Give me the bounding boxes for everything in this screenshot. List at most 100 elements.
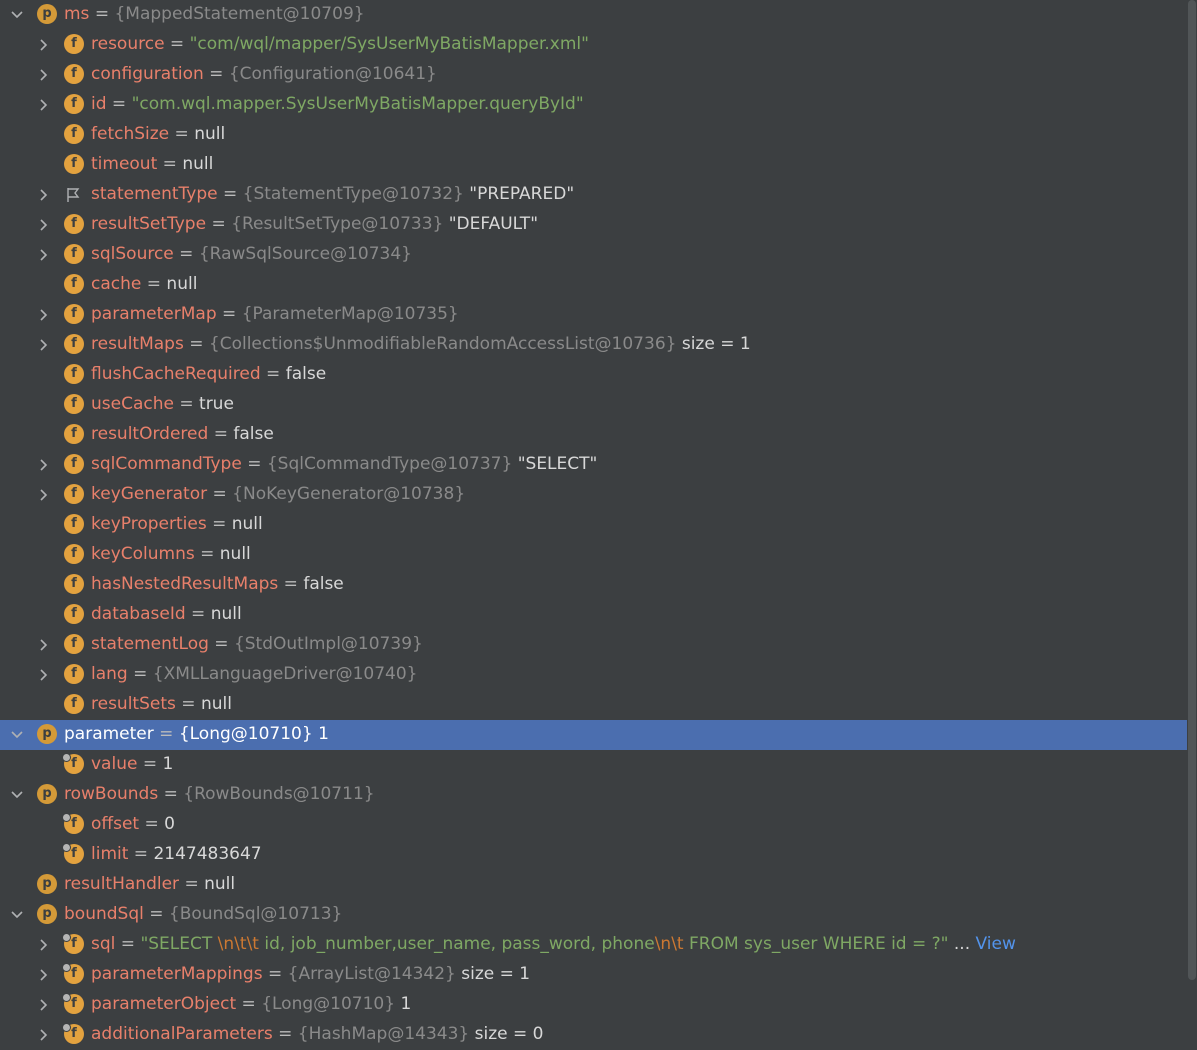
variable-row-hasNestedResultMaps[interactable]: f hasNestedResultMaps = false — [0, 570, 1187, 600]
variable-text: offset = 0 — [91, 813, 175, 835]
chevron-right-icon[interactable] — [37, 458, 51, 472]
chevron-right-icon[interactable] — [37, 488, 51, 502]
chevron-right-icon[interactable] — [37, 668, 51, 682]
variable-row-lang[interactable]: f lang = {XMLLanguageDriver@10740} — [0, 660, 1187, 690]
variable-name: resultHandler — [64, 874, 180, 894]
scrollbar-thumb[interactable] — [1188, 0, 1196, 980]
parameter-icon: p — [37, 874, 57, 894]
equals-sign: = — [179, 874, 205, 894]
equals-sign: = — [169, 124, 195, 144]
variable-row-offset[interactable]: f offset = 0 — [0, 810, 1187, 840]
variable-row-statementLog[interactable]: f statementLog = {StdOutImpl@10739} — [0, 630, 1187, 660]
variable-row-databaseId[interactable]: f databaseId = null — [0, 600, 1187, 630]
variable-row-sqlSource[interactable]: f sqlSource = {RawSqlSource@10734} — [0, 240, 1187, 270]
variable-text: rowBounds = {RowBounds@10711} — [64, 783, 375, 805]
variable-name: timeout — [91, 154, 158, 174]
variable-row-parameterMap[interactable]: f parameterMap = {ParameterMap@10735} — [0, 300, 1187, 330]
variable-row-statementType[interactable]: statementType = {StatementType@10732} "P… — [0, 180, 1187, 210]
variable-name: lang — [91, 664, 128, 684]
variable-row-useCache[interactable]: f useCache = true — [0, 390, 1187, 420]
variable-row-parameter[interactable]: p parameter = {Long@10710} 1 — [0, 720, 1187, 750]
variable-name: resultOrdered — [91, 424, 209, 444]
variable-row-fetchSize[interactable]: f fetchSize = null — [0, 120, 1187, 150]
chevron-right-icon[interactable] — [37, 968, 51, 982]
equals-sign: = — [217, 184, 243, 204]
variable-name: offset — [91, 814, 140, 834]
field-icon: f — [62, 993, 84, 1014]
variable-row-resultMaps[interactable]: f resultMaps = {Collections$UnmodifiableR… — [0, 330, 1187, 360]
variable-row-keyGenerator[interactable]: f keyGenerator = {NoKeyGenerator@10738} — [0, 480, 1187, 510]
variable-row-parameterMappings[interactable]: f parameterMappings = {ArrayList@14342} s… — [0, 960, 1187, 990]
chevron-right-icon[interactable] — [37, 38, 51, 52]
variable-row-additionalParameters[interactable]: f additionalParameters = {HashMap@14343} … — [0, 1020, 1187, 1050]
field-icon: f — [64, 154, 84, 174]
variable-name: additionalParameters — [91, 1024, 273, 1044]
chevron-right-icon[interactable] — [37, 938, 51, 952]
chevron-right-icon[interactable] — [37, 338, 51, 352]
equals-sign: = — [206, 214, 232, 234]
variable-row-rowBounds[interactable]: p rowBounds = {RowBounds@10711} — [0, 780, 1187, 810]
variable-row-cache[interactable]: f cache = null — [0, 270, 1187, 300]
variable-row-resultSetType[interactable]: f resultSetType = {ResultSetType@10733} "… — [0, 210, 1187, 240]
variable-name: statementLog — [91, 634, 209, 654]
variable-name: limit — [91, 844, 129, 864]
chevron-right-icon[interactable] — [37, 1028, 51, 1042]
variable-row-boundSql[interactable]: p boundSql = {BoundSql@10713} — [0, 900, 1187, 930]
equals-sign: = — [164, 34, 190, 54]
variable-name: boundSql — [64, 904, 144, 924]
escape-sequence: \n\t — [654, 934, 684, 954]
variable-row-resultSets[interactable]: f resultSets = null — [0, 690, 1187, 720]
variable-value: 1 — [162, 754, 174, 774]
variable-row-sql[interactable]: f sql = "SELECT \n\t\t id, job_number,use… — [0, 930, 1187, 960]
field-icon: f — [64, 94, 84, 114]
variable-row-configuration[interactable]: f configuration = {Configuration@10641} — [0, 60, 1187, 90]
field-icon: f — [64, 334, 84, 354]
equals-sign: = — [137, 754, 163, 774]
equals-sign: = — [185, 604, 211, 624]
variable-type: {Long@10710} — [261, 994, 396, 1014]
variable-value: "DEFAULT" — [448, 214, 539, 234]
variable-row-resource[interactable]: f resource = "com/wql/mapper/SysUserMyBat… — [0, 30, 1187, 60]
view-link[interactable]: View — [976, 934, 1016, 954]
equals-sign: = — [128, 844, 154, 864]
variable-row-limit[interactable]: f limit = 2147483647 — [0, 840, 1187, 870]
chevron-right-icon[interactable] — [37, 998, 51, 1012]
variable-value: false — [233, 424, 274, 444]
variable-name: parameter — [64, 724, 154, 744]
chevron-right-icon[interactable] — [37, 68, 51, 82]
variable-row-keyProperties[interactable]: f keyProperties = null — [0, 510, 1187, 540]
variable-row-id[interactable]: f id = "com.wql.mapper.SysUserMyBatisMapp… — [0, 90, 1187, 120]
variable-type: {Configuration@10641} — [228, 64, 437, 84]
variable-text: timeout = null — [91, 153, 213, 175]
parameter-icon: p — [37, 724, 57, 744]
equals-sign: = — [173, 244, 199, 264]
variable-row-value[interactable]: f value = 1 — [0, 750, 1187, 780]
variable-row-parameterObject[interactable]: f parameterObject = {Long@10710} 1 — [0, 990, 1187, 1020]
chevron-right-icon[interactable] — [37, 638, 51, 652]
chevron-right-icon[interactable] — [37, 248, 51, 262]
chevron-down-icon[interactable] — [10, 8, 24, 22]
chevron-right-icon[interactable] — [37, 98, 51, 112]
variable-name: sqlCommandType — [91, 454, 242, 474]
variable-type: {HashMap@14343} — [297, 1024, 470, 1044]
variable-row-ms[interactable]: p ms = {MappedStatement@10709} — [0, 0, 1187, 30]
variable-row-flushCacheRequired[interactable]: f flushCacheRequired = false — [0, 360, 1187, 390]
variable-row-keyColumns[interactable]: f keyColumns = null — [0, 540, 1187, 570]
equals-sign: = — [262, 964, 288, 984]
variable-row-sqlCommandType[interactable]: f sqlCommandType = {SqlCommandType@10737}… — [0, 450, 1187, 480]
vertical-scrollbar[interactable] — [1187, 0, 1197, 1035]
equals-sign: = — [115, 934, 141, 954]
variable-row-timeout[interactable]: f timeout = null — [0, 150, 1187, 180]
chevron-down-icon[interactable] — [10, 788, 24, 802]
chevron-right-icon[interactable] — [37, 218, 51, 232]
variable-row-resultHandler[interactable]: p resultHandler = null — [0, 870, 1187, 900]
variable-name: statementType — [91, 184, 218, 204]
parameter-icon: p — [37, 904, 57, 924]
chevron-right-icon[interactable] — [37, 308, 51, 322]
variable-text: sqlCommandType = {SqlCommandType@10737} … — [91, 453, 597, 475]
variable-text: additionalParameters = {HashMap@14343} s… — [91, 1023, 543, 1045]
chevron-down-icon[interactable] — [10, 728, 24, 742]
chevron-right-icon[interactable] — [37, 188, 51, 202]
variable-row-resultOrdered[interactable]: f resultOrdered = false — [0, 420, 1187, 450]
chevron-down-icon[interactable] — [10, 908, 24, 922]
